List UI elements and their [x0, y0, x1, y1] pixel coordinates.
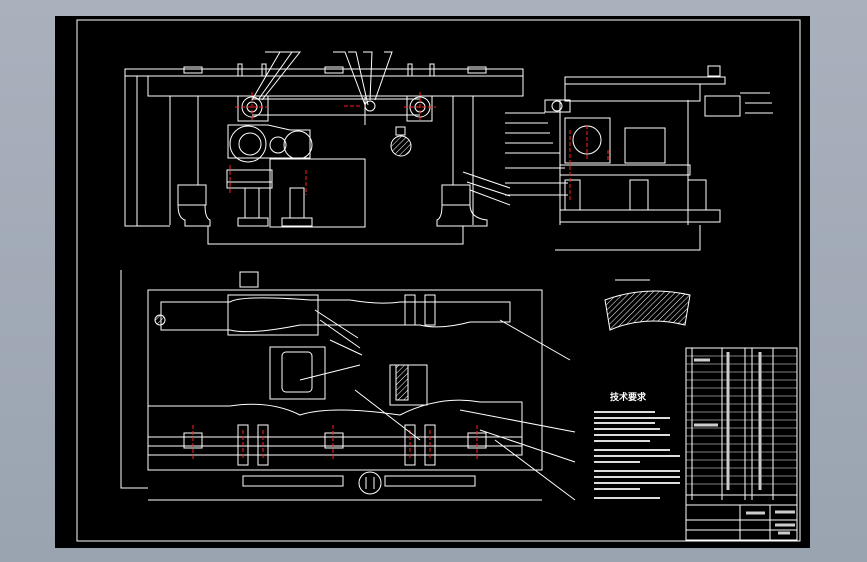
cad-drawing-sheet[interactable]: 技术要求: [0, 0, 867, 562]
technical-requirements-heading: 技术要求: [610, 391, 647, 403]
